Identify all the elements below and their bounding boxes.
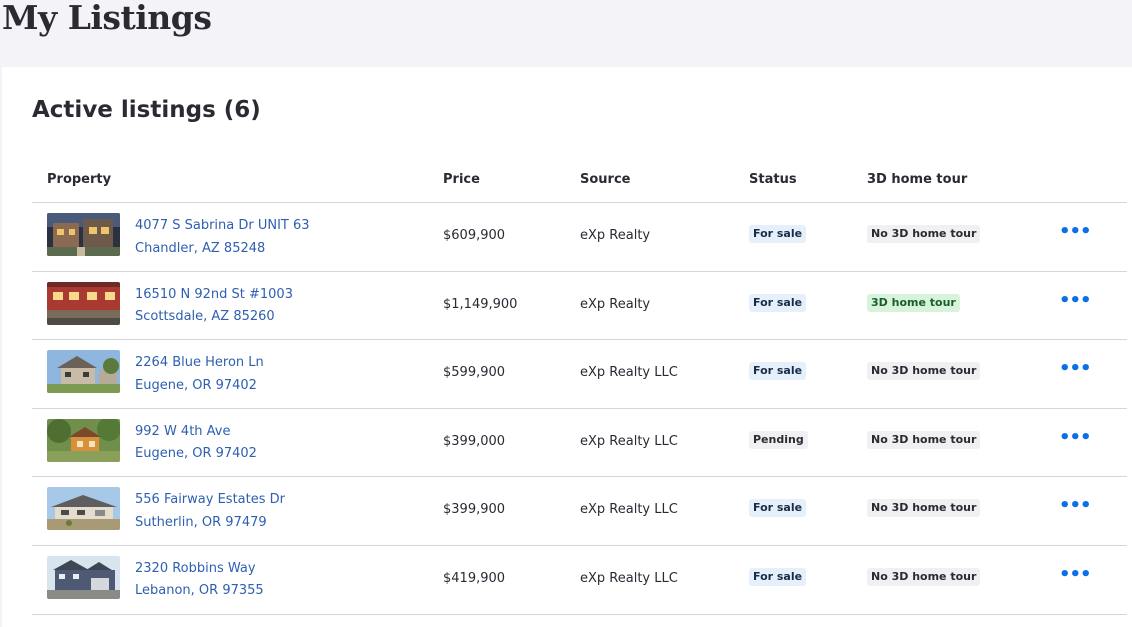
address-street: 2264 Blue Heron Ln xyxy=(135,355,264,371)
table-row: 992 W 4th Ave Eugene, OR 97402 $399,000 … xyxy=(32,409,1127,478)
address-street: 556 Fairway Estates Dr xyxy=(135,492,285,508)
price-cell: $1,149,900 xyxy=(443,296,518,312)
price-cell: $609,900 xyxy=(443,228,506,243)
tour-badge: 3D home tour xyxy=(867,293,960,312)
tour-badge: No 3D home tour xyxy=(867,567,981,586)
header-price: Price xyxy=(443,172,480,187)
property-address-link[interactable]: 992 W 4th Ave Eugene, OR 97402 xyxy=(135,421,257,466)
tour-badge: No 3D home tour xyxy=(867,430,981,449)
tour-badge: No 3D home tour xyxy=(867,225,981,243)
header-property: Property xyxy=(47,172,112,187)
source-cell: eXp Realty LLC xyxy=(580,365,678,381)
header-3d-tour: 3D home tour xyxy=(867,172,968,187)
more-options-icon[interactable]: ••• xyxy=(1059,289,1092,313)
property-address-link[interactable]: 556 Fairway Estates Dr Sutherlin, OR 974… xyxy=(135,489,285,534)
source-cell: eXp Realty LLC xyxy=(580,433,678,449)
address-street: 992 W 4th Ave xyxy=(135,423,231,439)
page-title: My Listings xyxy=(2,0,212,37)
address-city: Eugene, OR 97402 xyxy=(135,446,257,462)
property-address-link[interactable]: 4077 S Sabrina Dr UNIT 63 Chandler, AZ 8… xyxy=(135,215,310,260)
header-source: Source xyxy=(580,172,631,187)
property-photo[interactable] xyxy=(47,350,120,394)
section-title: Active listings (6) xyxy=(32,97,261,123)
source-cell: eXp Realty xyxy=(580,296,651,312)
address-city: Eugene, OR 97402 xyxy=(135,377,257,393)
address-city: Lebanon, OR 97355 xyxy=(135,583,264,599)
property-address-link[interactable]: 2320 Robbins Way Lebanon, OR 97355 xyxy=(135,558,264,603)
property-address-link[interactable]: 2264 Blue Heron Ln Eugene, OR 97402 xyxy=(135,352,264,397)
address-city: Chandler, AZ 85248 xyxy=(135,240,266,256)
table-row: 2264 Blue Heron Ln Eugene, OR 97402 $599… xyxy=(32,340,1127,409)
property-photo[interactable] xyxy=(47,281,120,325)
address-city: Sutherlin, OR 97479 xyxy=(135,514,267,530)
address-street: 2320 Robbins Way xyxy=(135,560,256,576)
property-photo[interactable] xyxy=(47,418,120,462)
address-street: 16510 N 92nd St #1003 xyxy=(135,286,293,302)
listings-table: Property Price Source Status 3D home tou… xyxy=(32,162,1127,615)
source-cell: eXp Realty LLC xyxy=(580,502,678,518)
more-options-icon[interactable]: ••• xyxy=(1059,426,1092,450)
tour-badge: No 3D home tour xyxy=(867,362,981,381)
source-cell: eXp Realty LLC xyxy=(580,570,678,586)
price-cell: $399,900 xyxy=(443,502,506,518)
price-cell: $599,900 xyxy=(443,365,506,381)
listings-card: Active listings (6) Property Price Sourc… xyxy=(2,67,1132,627)
property-photo[interactable] xyxy=(47,555,120,599)
more-options-icon[interactable]: ••• xyxy=(1059,563,1092,587)
tour-badge: No 3D home tour xyxy=(867,499,981,518)
header-status: Status xyxy=(749,172,797,187)
table-header: Property Price Source Status 3D home tou… xyxy=(32,162,1127,203)
property-photo[interactable] xyxy=(47,213,120,256)
status-badge: For sale xyxy=(749,567,807,586)
status-badge: For sale xyxy=(749,225,807,243)
table-row: 556 Fairway Estates Dr Sutherlin, OR 974… xyxy=(32,477,1127,546)
more-options-icon[interactable]: ••• xyxy=(1059,494,1092,518)
source-cell: eXp Realty xyxy=(580,228,651,243)
table-row: 16510 N 92nd St #1003 Scottsdale, AZ 852… xyxy=(32,272,1127,341)
address-street: 4077 S Sabrina Dr UNIT 63 xyxy=(135,218,310,233)
status-badge: Pending xyxy=(749,430,808,449)
property-photo[interactable] xyxy=(47,487,120,531)
more-options-icon[interactable]: ••• xyxy=(1059,357,1092,381)
status-badge: For sale xyxy=(749,499,807,518)
status-badge: For sale xyxy=(749,362,807,381)
property-address-link[interactable]: 16510 N 92nd St #1003 Scottsdale, AZ 852… xyxy=(135,284,293,329)
table-row: 4077 S Sabrina Dr UNIT 63 Chandler, AZ 8… xyxy=(32,203,1127,272)
address-city: Scottsdale, AZ 85260 xyxy=(135,309,275,325)
price-cell: $419,900 xyxy=(443,570,506,586)
table-row: 2320 Robbins Way Lebanon, OR 97355 $419,… xyxy=(32,546,1127,615)
price-cell: $399,000 xyxy=(443,433,506,449)
more-options-icon[interactable]: ••• xyxy=(1059,220,1092,244)
status-badge: For sale xyxy=(749,293,807,312)
